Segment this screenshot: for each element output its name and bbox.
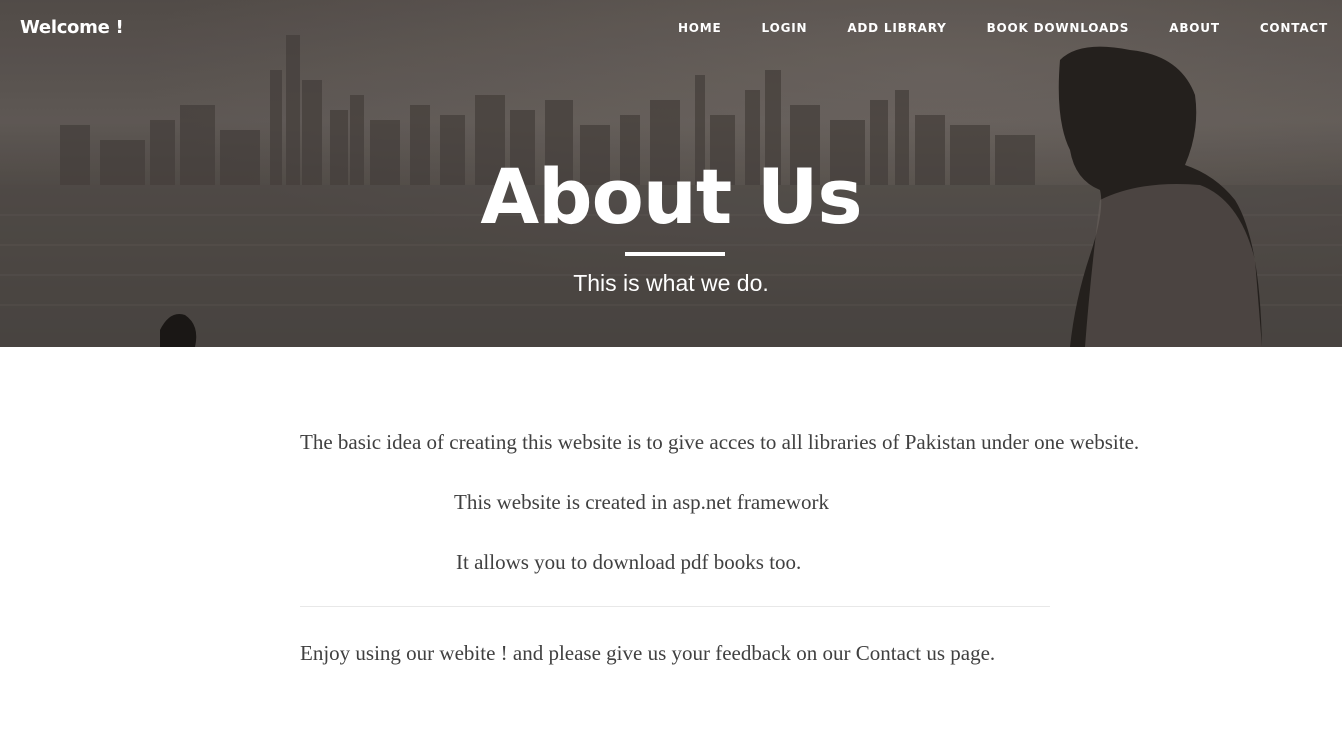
page-subtitle: This is what we do. xyxy=(573,270,769,296)
title-underline xyxy=(625,252,725,256)
intro-paragraph: The basic idea of creating this website … xyxy=(300,430,1140,454)
nav-link-login[interactable]: LOGIN xyxy=(742,21,828,35)
brand-logo[interactable]: Welcome ! xyxy=(20,17,124,38)
feedback-paragraph: Enjoy using our webite ! and please give… xyxy=(300,641,996,665)
page-title: About Us xyxy=(480,152,862,241)
content-divider xyxy=(300,606,1050,607)
hero-header: Welcome ! HOME LOGIN ADD LIBRARY BOOK DO… xyxy=(0,0,1342,347)
nav-links: HOME LOGIN ADD LIBRARY BOOK DOWNLOADS AB… xyxy=(658,21,1328,35)
nav-link-about[interactable]: ABOUT xyxy=(1149,21,1240,35)
download-paragraph: It allows you to download pdf books too. xyxy=(456,550,802,574)
top-navbar: Welcome ! HOME LOGIN ADD LIBRARY BOOK DO… xyxy=(0,0,1342,60)
nav-link-book-downloads[interactable]: BOOK DOWNLOADS xyxy=(967,21,1150,35)
nav-link-add-library[interactable]: ADD LIBRARY xyxy=(827,21,966,35)
framework-paragraph: This website is created in asp.net frame… xyxy=(454,490,829,514)
nav-link-home[interactable]: HOME xyxy=(658,21,742,35)
nav-link-contact[interactable]: CONTACT xyxy=(1240,21,1328,35)
